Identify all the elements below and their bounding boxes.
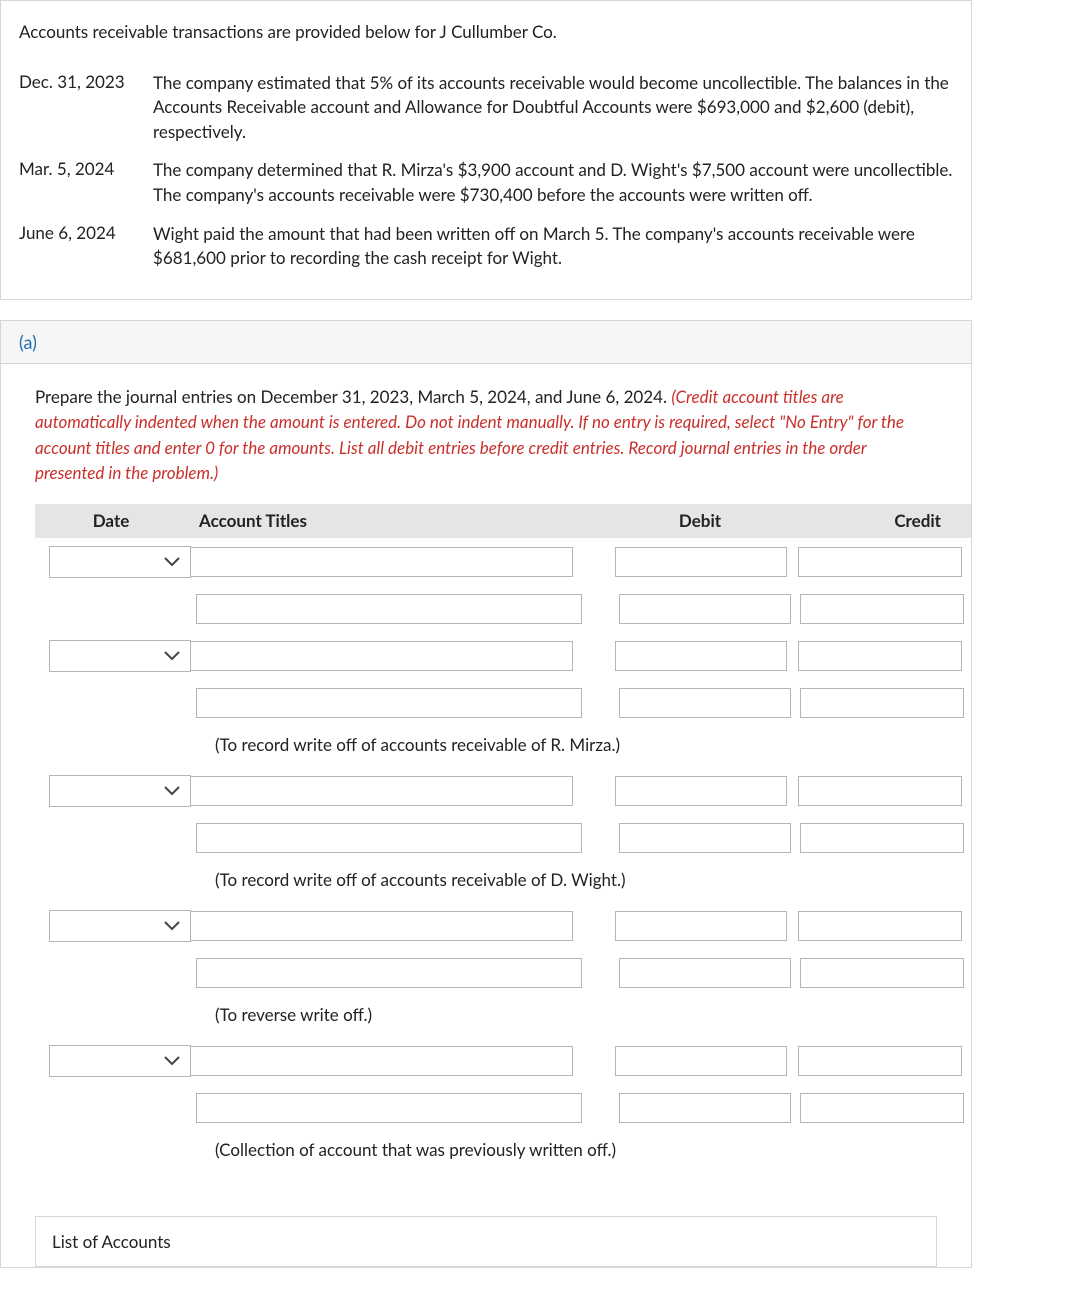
entry-explanation: (Collection of account that was previous… — [35, 1131, 971, 1172]
journal-row — [35, 950, 971, 996]
transaction-desc: Wight paid the amount that had been writ… — [153, 222, 953, 271]
journal-row — [35, 680, 971, 726]
journal-row — [35, 1085, 971, 1131]
chevron-down-icon — [164, 786, 180, 796]
journal-row — [35, 815, 971, 861]
debit-input[interactable] — [615, 641, 787, 671]
credit-input[interactable] — [798, 641, 962, 671]
transaction-date: Mar. 5, 2024 — [19, 158, 153, 179]
intro-text: Accounts receivable transactions are pro… — [1, 1, 971, 57]
account-title-input[interactable] — [196, 823, 582, 853]
account-title-input[interactable] — [196, 1093, 582, 1123]
credit-input[interactable] — [800, 823, 964, 853]
debit-input[interactable] — [619, 1093, 791, 1123]
debit-input[interactable] — [619, 594, 791, 624]
transaction-desc: The company determined that R. Mirza's $… — [153, 158, 953, 207]
account-title-input[interactable] — [187, 547, 573, 577]
header-debit: Debit — [607, 510, 793, 531]
date-select[interactable] — [49, 910, 191, 942]
account-title-input[interactable] — [196, 594, 582, 624]
debit-input[interactable] — [619, 688, 791, 718]
debit-input[interactable] — [619, 958, 791, 988]
chevron-down-icon — [164, 651, 180, 661]
date-select[interactable] — [49, 775, 191, 807]
chevron-down-icon — [164, 1056, 180, 1066]
journal-table: Date Account Titles Debit Credit — [1, 498, 971, 1196]
credit-input[interactable] — [800, 594, 964, 624]
transaction-row: Mar. 5, 2024 The company determined that… — [19, 144, 953, 207]
transaction-row: June 6, 2024 Wight paid the amount that … — [19, 208, 953, 271]
part-header: (a) — [1, 321, 971, 364]
account-title-input[interactable] — [196, 688, 582, 718]
journal-row — [35, 902, 971, 950]
account-title-input[interactable] — [187, 641, 573, 671]
date-select[interactable] — [49, 1045, 191, 1077]
account-title-input[interactable] — [187, 776, 573, 806]
credit-input[interactable] — [798, 776, 962, 806]
chevron-down-icon — [164, 557, 180, 567]
debit-input[interactable] — [615, 776, 787, 806]
chevron-down-icon — [164, 921, 180, 931]
journal-row — [35, 767, 971, 815]
credit-input[interactable] — [798, 1046, 962, 1076]
date-select[interactable] — [49, 546, 191, 578]
part-label: (a) — [19, 331, 37, 353]
debit-input[interactable] — [615, 911, 787, 941]
header-date: Date — [35, 510, 187, 531]
journal-row — [35, 586, 971, 632]
list-of-accounts-label: List of Accounts — [52, 1231, 171, 1252]
debit-input[interactable] — [615, 1046, 787, 1076]
instruction-plain: Prepare the journal entries on December … — [35, 386, 671, 407]
entry-explanation: (To reverse write off.) — [35, 996, 971, 1037]
transaction-date: Dec. 31, 2023 — [19, 71, 153, 92]
header-credit: Credit — [793, 510, 949, 531]
date-select[interactable] — [49, 640, 191, 672]
list-of-accounts-button[interactable]: List of Accounts — [35, 1216, 937, 1267]
problem-panel: Accounts receivable transactions are pro… — [0, 0, 972, 300]
credit-input[interactable] — [800, 958, 964, 988]
entry-explanation: (To record write off of accounts receiva… — [35, 861, 971, 902]
transactions-table: Dec. 31, 2023 The company estimated that… — [1, 57, 971, 299]
header-titles: Account Titles — [187, 510, 607, 531]
credit-input[interactable] — [798, 547, 962, 577]
journal-row — [35, 538, 971, 586]
transaction-desc: The company estimated that 5% of its acc… — [153, 71, 953, 145]
credit-input[interactable] — [798, 911, 962, 941]
account-title-input[interactable] — [187, 1046, 573, 1076]
credit-input[interactable] — [800, 688, 964, 718]
entry-explanation: (To record write off of accounts receiva… — [35, 726, 971, 767]
journal-header-row: Date Account Titles Debit Credit — [35, 504, 971, 538]
credit-input[interactable] — [800, 1093, 964, 1123]
journal-row — [35, 632, 971, 680]
transaction-date: June 6, 2024 — [19, 222, 153, 243]
debit-input[interactable] — [619, 823, 791, 853]
instruction: Prepare the journal entries on December … — [1, 364, 971, 498]
debit-input[interactable] — [615, 547, 787, 577]
account-title-input[interactable] — [187, 911, 573, 941]
account-title-input[interactable] — [196, 958, 582, 988]
transaction-row: Dec. 31, 2023 The company estimated that… — [19, 57, 953, 145]
journal-row — [35, 1037, 971, 1085]
part-a-panel: (a) Prepare the journal entries on Decem… — [0, 320, 972, 1268]
